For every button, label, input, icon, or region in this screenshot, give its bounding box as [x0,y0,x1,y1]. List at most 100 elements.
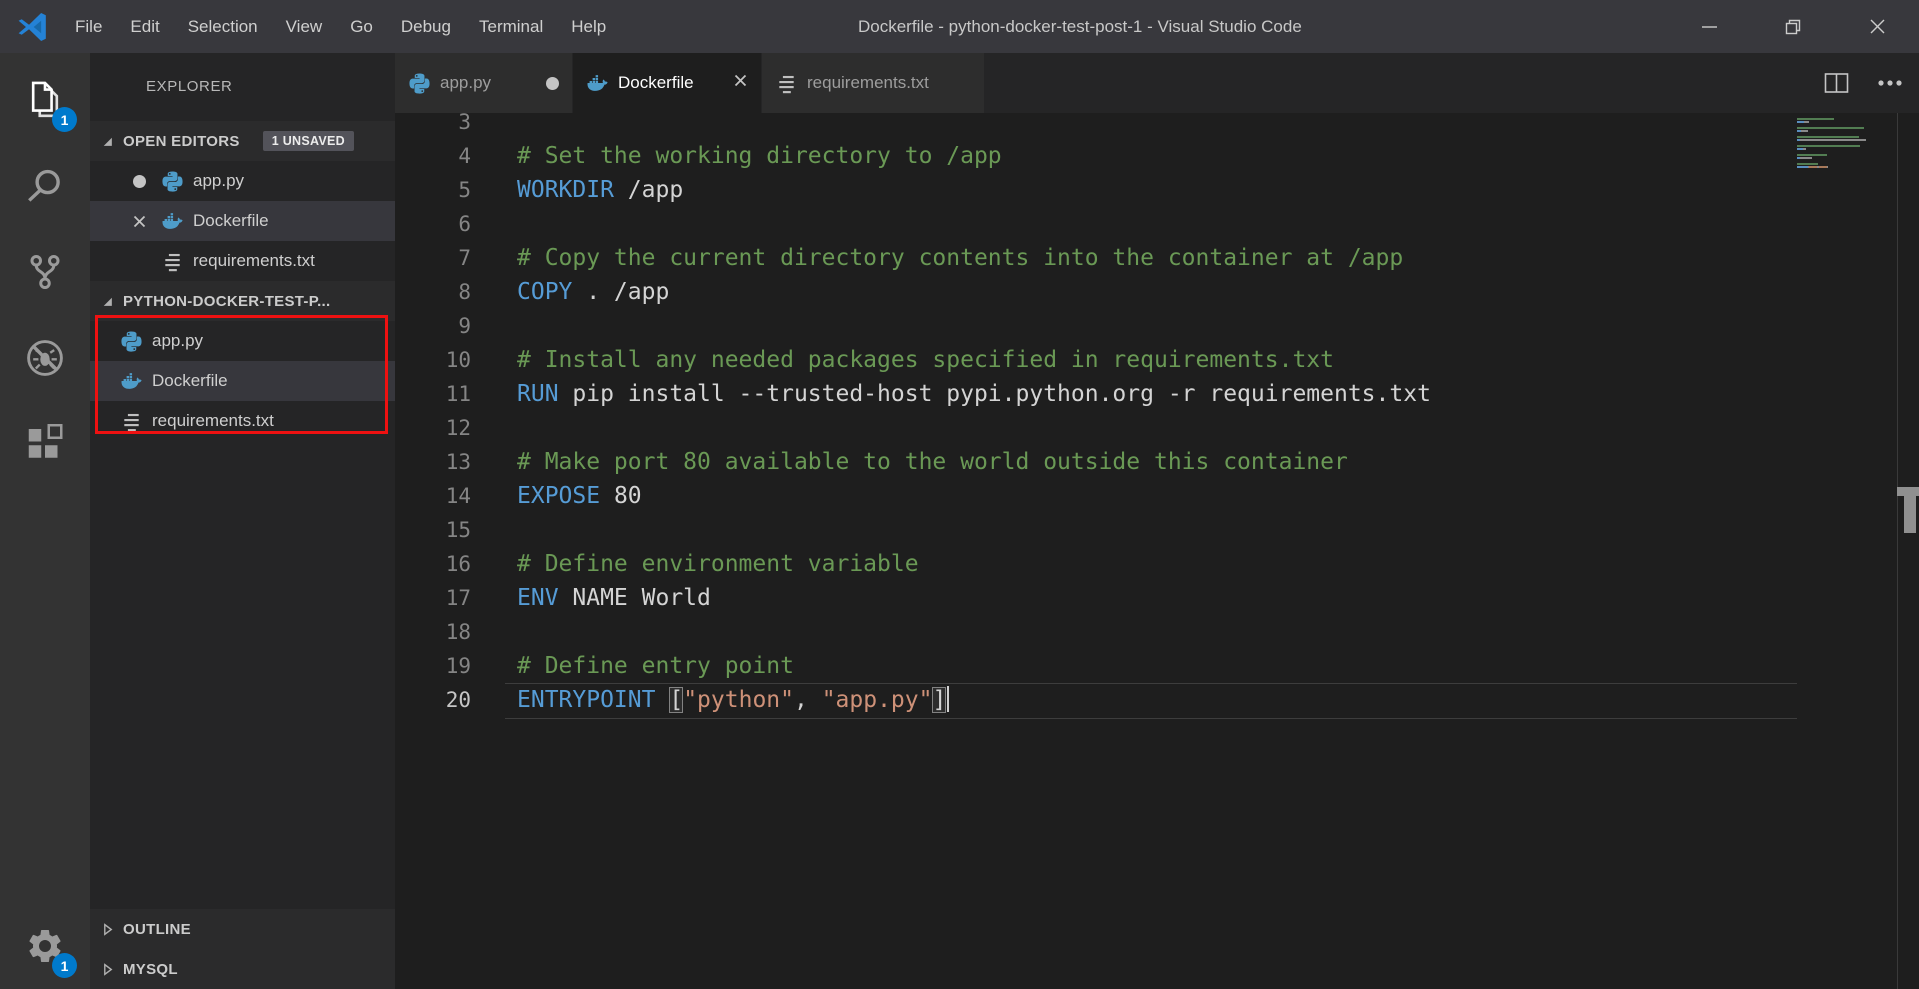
outline-label: OUTLINE [123,920,191,938]
line-number[interactable]: 10 [395,343,471,377]
code-line-12[interactable]: 12 [395,411,1895,445]
line-number[interactable]: 16 [395,547,471,581]
close-icon [133,215,145,227]
mysql-label: MYSQL [123,960,178,978]
search-icon [28,169,60,202]
tree-item-requirements.txt[interactable]: requirements.txt [90,401,395,441]
minimize-button[interactable] [1667,0,1751,53]
menu-terminal[interactable]: Terminal [465,0,557,53]
menu-help[interactable]: Help [557,0,620,53]
line-number[interactable]: 17 [395,581,471,615]
open-editors-label: OPEN EDITORS [123,132,240,150]
open-editor-item-requirements.txt[interactable]: requirements.txt [90,241,395,281]
code-editor[interactable]: 3 4 # Set the working directory to /app 5 WO… [395,105,1895,719]
editor-action-slot[interactable] [126,214,152,229]
menu-go[interactable]: Go [336,0,387,53]
editor-group: app.py Dockerfile requirements.txt 3 4 # Set… [395,53,1919,989]
line-number[interactable]: 14 [395,479,471,513]
python-file-icon [121,330,142,352]
open-editor-item-app.py[interactable]: app.py [90,161,395,201]
unsaved-dot-icon [546,76,559,90]
line-number[interactable]: 7 [395,241,471,275]
explorer-activity-button[interactable]: 1 [0,57,90,143]
tab-app.py[interactable]: app.py [395,53,573,113]
split-editor-icon[interactable] [1824,72,1849,94]
code-line-3[interactable]: 3 [395,105,1895,139]
search-activity-button[interactable] [0,143,90,229]
code-line-16[interactable]: 16 # Define environment variable [395,547,1895,581]
menu-view[interactable]: View [272,0,337,53]
code-line-14[interactable]: 14 EXPOSE 80 [395,479,1895,513]
file-label: Dockerfile [152,371,228,390]
debug-activity-button[interactable] [0,315,90,401]
explorer-sidebar: EXPLORER OPEN EDITORS 1 UNSAVED app.py Do… [90,53,395,989]
menu-file[interactable]: File [61,0,116,53]
code-line-9[interactable]: 9 [395,309,1895,343]
folder-section-header[interactable]: PYTHON-DOCKER-TEST-P... [90,281,395,321]
chevron-expanded-icon [103,297,112,306]
tab-label: requirements.txt [807,73,929,92]
menu-edit[interactable]: Edit [116,0,173,53]
open-editors-list: app.py Dockerfile requirements.txt [90,161,395,281]
tree-item-Dockerfile[interactable]: Dockerfile [90,361,395,401]
close-button[interactable] [1835,0,1919,53]
tab-close-button[interactable] [733,73,748,93]
tab-Dockerfile[interactable]: Dockerfile [573,53,762,113]
line-number[interactable]: 5 [395,173,471,207]
line-number[interactable]: 15 [395,513,471,547]
code-line-13[interactable]: 13 # Make port 80 available to the world … [395,445,1895,479]
tree-item-app.py[interactable]: app.py [90,321,395,361]
tab-label: Dockerfile [618,73,694,92]
line-number[interactable]: 12 [395,411,471,445]
line-number[interactable]: 6 [395,207,471,241]
code-line-20[interactable]: 20 ENTRYPOINT ["python", "app.py"] [395,683,1895,719]
open-editors-section-header[interactable]: OPEN EDITORS 1 UNSAVED [90,121,395,161]
line-number[interactable]: 9 [395,309,471,343]
code-text: RUN pip install --trusted-host pypi.pyth… [517,381,1431,407]
python-file-icon [409,72,430,94]
mysql-section-header[interactable]: MYSQL [90,949,395,989]
line-number[interactable]: 8 [395,275,471,309]
code-line-6[interactable]: 6 [395,207,1895,241]
code-line-19[interactable]: 19 # Define entry point [395,649,1895,683]
code-text: WORKDIR /app [517,177,684,203]
line-number[interactable]: 20 [395,683,471,717]
minimap[interactable] [1797,115,1893,169]
extensions-activity-button[interactable] [0,401,90,487]
code-line-7[interactable]: 7 # Copy the current directory contents i… [395,241,1895,275]
debug-disabled-icon [27,340,63,376]
tab-bar: app.py Dockerfile requirements.txt [395,53,1919,113]
menu-selection[interactable]: Selection [174,0,272,53]
overview-ruler-marker[interactable] [1897,487,1919,496]
line-number[interactable]: 4 [395,139,471,173]
tab-requirements.txt[interactable]: requirements.txt [762,53,985,113]
file-label: app.py [193,171,245,190]
code-line-17[interactable]: 17 ENV NAME World [395,581,1895,615]
code-line-10[interactable]: 10 # Install any needed packages specifie… [395,343,1895,377]
line-number[interactable]: 3 [395,105,471,139]
line-number[interactable]: 11 [395,377,471,411]
code-text: # Install any needed packages specified … [517,347,1334,373]
code-line-5[interactable]: 5 WORKDIR /app [395,173,1895,207]
close-icon [734,74,747,87]
open-editor-item-Dockerfile[interactable]: Dockerfile [90,201,395,241]
chevron-collapsed-icon [104,962,113,976]
line-number[interactable]: 13 [395,445,471,479]
code-line-8[interactable]: 8 COPY . /app [395,275,1895,309]
code-line-4[interactable]: 4 # Set the working directory to /app [395,139,1895,173]
restore-button[interactable] [1751,0,1835,53]
scrollbar-thumb[interactable] [1904,496,1916,533]
code-line-11[interactable]: 11 RUN pip install --trusted-host pypi.py… [395,377,1895,411]
outline-section-header[interactable]: OUTLINE [90,909,395,949]
code-line-15[interactable]: 15 [395,513,1895,547]
source-control-activity-button[interactable] [0,229,90,315]
docker-file-icon [162,212,183,229]
more-actions-icon[interactable] [1877,79,1903,87]
code-line-18[interactable]: 18 [395,615,1895,649]
line-number[interactable]: 18 [395,615,471,649]
line-number[interactable]: 19 [395,649,471,683]
menu-debug[interactable]: Debug [387,0,465,53]
settings-button[interactable]: 1 [0,903,90,989]
